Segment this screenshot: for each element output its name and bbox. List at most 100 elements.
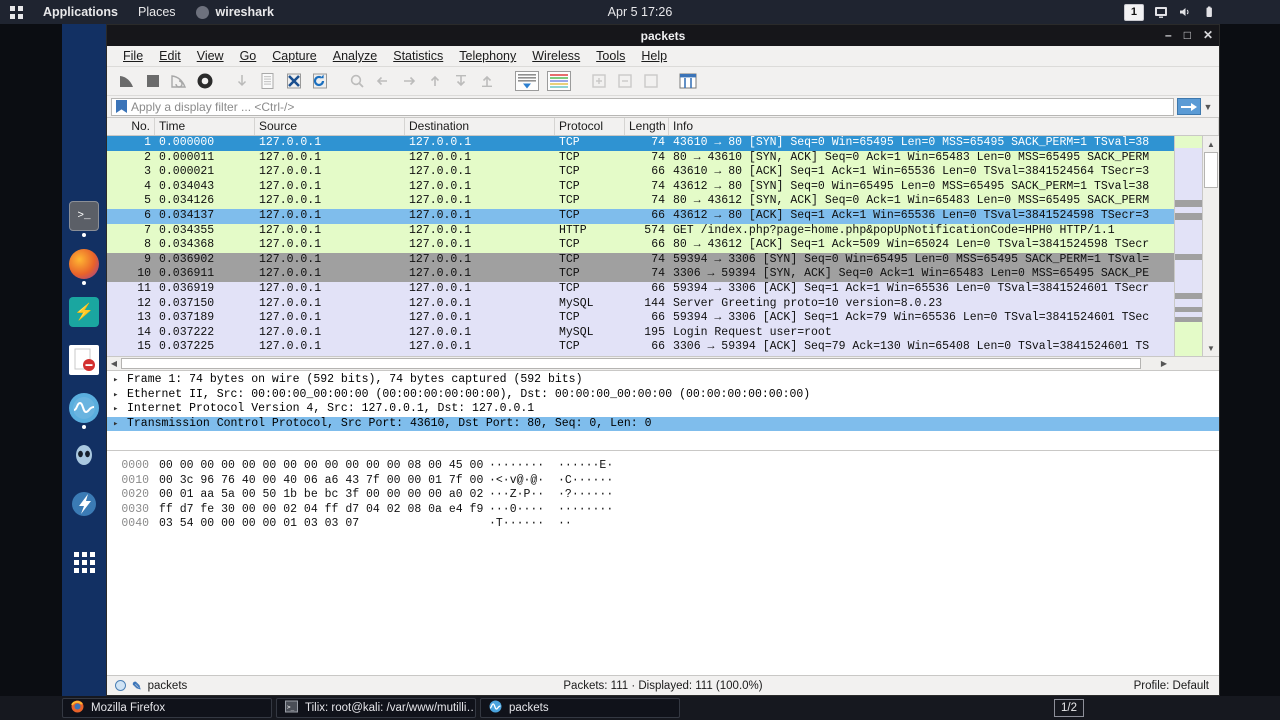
chevron-down-icon[interactable]: ▼: [1201, 102, 1215, 112]
dock-item-document[interactable]: [62, 338, 106, 382]
column-header-info[interactable]: Info: [669, 118, 1219, 135]
filter-input[interactable]: Apply a display filter ... <Ctrl-/>: [131, 100, 294, 114]
resize-columns-icon[interactable]: [676, 69, 700, 93]
packet-minimap[interactable]: [1174, 136, 1202, 356]
packet-row[interactable]: 12 0.037150 127.0.0.1 127.0.0.1 MySQL 144 Serv…: [107, 296, 1174, 312]
dock-item-firefox[interactable]: [62, 242, 106, 286]
menu-view[interactable]: View: [189, 47, 232, 65]
capture-options-icon[interactable]: [193, 69, 217, 93]
expand-arrow-icon[interactable]: ▸: [113, 388, 127, 403]
stop-capture-icon[interactable]: [141, 69, 165, 93]
go-last-packet-icon[interactable]: [475, 69, 499, 93]
panel-applications-menu[interactable]: Applications: [33, 0, 128, 24]
scroll-right-arrow[interactable]: ▶: [1157, 357, 1171, 370]
taskbar-item-wireshark[interactable]: packets: [480, 698, 680, 718]
column-header-destination[interactable]: Destination: [405, 118, 555, 135]
close-button[interactable]: ✕: [1203, 25, 1213, 46]
menu-statistics[interactable]: Statistics: [385, 47, 451, 65]
open-file-icon[interactable]: [256, 69, 280, 93]
vscroll-thumb[interactable]: [1204, 152, 1218, 188]
go-forward-icon[interactable]: [397, 69, 421, 93]
colorize-icon[interactable]: [544, 69, 574, 93]
restart-capture-icon[interactable]: [167, 69, 191, 93]
detail-row[interactable]: ▸ Ethernet II, Src: 00:00:00_00:00:00 (0…: [107, 388, 1219, 403]
dock-item-burpsuite[interactable]: ⚡: [62, 290, 106, 334]
packet-list-vscrollbar[interactable]: ▲ ▼: [1202, 136, 1219, 356]
packet-row[interactable]: 3 0.000021 127.0.0.1 127.0.0.1 TCP 66 43610 → …: [107, 165, 1174, 180]
menu-file[interactable]: File: [115, 47, 151, 65]
detail-row[interactable]: ▸ Frame 1: 74 bytes on wire (592 bits), …: [107, 373, 1219, 388]
activities-grid-button[interactable]: [0, 0, 33, 24]
column-header-time[interactable]: Time: [155, 118, 255, 135]
menu-help[interactable]: Help: [633, 47, 675, 65]
workspace-pager-label[interactable]: 1/2: [1054, 699, 1084, 717]
zoom-in-icon[interactable]: [587, 69, 611, 93]
panel-places-menu[interactable]: Places: [128, 0, 186, 24]
packet-list-hscrollbar[interactable]: ◀ ▶: [107, 356, 1219, 370]
go-to-packet-number-icon[interactable]: [423, 69, 447, 93]
filter-input-wrapper[interactable]: Apply a display filter ... <Ctrl-/>: [111, 97, 1174, 116]
battery-icon[interactable]: [1202, 5, 1216, 19]
autoscroll-icon[interactable]: [512, 69, 542, 93]
packet-details-pane[interactable]: ▸ Frame 1: 74 bytes on wire (592 bits), …: [107, 371, 1219, 451]
hscroll-thumb[interactable]: [121, 358, 1141, 369]
maximize-button[interactable]: □: [1184, 25, 1191, 46]
menu-analyze[interactable]: Analyze: [325, 47, 385, 65]
dock-item-metasploit[interactable]: [62, 482, 106, 526]
save-file-icon[interactable]: [282, 69, 306, 93]
packet-row[interactable]: 13 0.037189 127.0.0.1 127.0.0.1 TCP 66 59394 →…: [107, 311, 1174, 326]
packet-row[interactable]: 1 0.000000 127.0.0.1 127.0.0.1 TCP 74 43610 → …: [107, 136, 1174, 151]
menu-go[interactable]: Go: [232, 47, 265, 65]
menu-telephony[interactable]: Telephony: [451, 47, 524, 65]
dock-show-applications[interactable]: [62, 540, 106, 584]
panel-active-app[interactable]: wireshark: [186, 0, 284, 24]
find-packet-icon[interactable]: [345, 69, 369, 93]
packet-row[interactable]: 7 0.034355 127.0.0.1 127.0.0.1 HTTP 574 GET /i…: [107, 223, 1174, 239]
detail-row-selected[interactable]: ▸ Transmission Control Protocol, Src Por…: [107, 416, 1219, 432]
column-header-source[interactable]: Source: [255, 118, 405, 135]
menu-wireless[interactable]: Wireless: [524, 47, 588, 65]
expand-arrow-icon[interactable]: ▸: [113, 373, 127, 388]
packet-row[interactable]: 5 0.034126 127.0.0.1 127.0.0.1 TCP 74 80 → 436…: [107, 194, 1174, 209]
go-first-packet-icon[interactable]: [449, 69, 473, 93]
zoom-reset-icon[interactable]: [639, 69, 663, 93]
go-to-packet-icon[interactable]: [230, 69, 254, 93]
packet-row[interactable]: 8 0.034368 127.0.0.1 127.0.0.1 TCP 66 80 → 436…: [107, 238, 1174, 253]
packet-row[interactable]: 11 0.036919 127.0.0.1 127.0.0.1 TCP 66 59394 →…: [107, 281, 1174, 297]
zoom-out-icon[interactable]: [613, 69, 637, 93]
reload-file-icon[interactable]: [308, 69, 332, 93]
display-icon[interactable]: [1154, 5, 1168, 19]
packet-row[interactable]: 4 0.034043 127.0.0.1 127.0.0.1 TCP 74 43612 → …: [107, 179, 1174, 195]
window-titlebar[interactable]: packets – □ ✕: [107, 25, 1219, 46]
packet-bytes-pane[interactable]: 0000 00 00 00 00 00 00 00 00 00 00 00 00…: [107, 451, 1219, 675]
expand-arrow-icon[interactable]: ▸: [113, 417, 127, 432]
scroll-left-arrow[interactable]: ◀: [107, 357, 121, 370]
packet-row[interactable]: 15 0.037225 127.0.0.1 127.0.0.1 TCP 66 3306 → …: [107, 340, 1174, 355]
statusbar-profile[interactable]: Profile: Default: [1134, 680, 1209, 692]
go-back-icon[interactable]: [371, 69, 395, 93]
menu-capture[interactable]: Capture: [264, 47, 324, 65]
expand-arrow-icon[interactable]: ▸: [113, 402, 127, 417]
packet-row[interactable]: 9 0.036902 127.0.0.1 127.0.0.1 TCP 74 59394 → …: [107, 252, 1174, 268]
packet-row[interactable]: 2 0.000011 127.0.0.1 127.0.0.1 TCP 74 80 → 436…: [107, 150, 1174, 166]
column-header-length[interactable]: Length: [625, 118, 669, 135]
workspace-indicator[interactable]: 1: [1123, 3, 1144, 21]
dock-item-alien[interactable]: [62, 434, 106, 478]
packet-row[interactable]: 14 0.037222 127.0.0.1 127.0.0.1 MySQL 195 Logi…: [107, 325, 1174, 341]
menu-edit[interactable]: Edit: [151, 47, 189, 65]
volume-icon[interactable]: [1178, 5, 1192, 19]
detail-row[interactable]: ▸ Internet Protocol Version 4, Src: 127.…: [107, 402, 1219, 417]
apply-filter-button[interactable]: [1177, 98, 1201, 115]
packet-list-rows[interactable]: 1 0.000000 127.0.0.1 127.0.0.1 TCP 74 43610 → …: [107, 136, 1219, 356]
packet-row[interactable]: 6 0.034137 127.0.0.1 127.0.0.1 TCP 66 43612 → …: [107, 208, 1174, 224]
packet-row[interactable]: 10 0.036911 127.0.0.1 127.0.0.1 TCP 74 3306 → …: [107, 267, 1174, 282]
taskbar-pager[interactable]: 1/2: [1054, 696, 1084, 720]
taskbar-item-tilix[interactable]: >_ Tilix: root@kali: /var/www/mutilli…: [276, 698, 476, 718]
scroll-down-arrow[interactable]: ▼: [1204, 341, 1218, 355]
column-header-protocol[interactable]: Protocol: [555, 118, 625, 135]
menu-tools[interactable]: Tools: [588, 47, 633, 65]
bookmark-icon[interactable]: [116, 100, 127, 113]
start-capture-icon[interactable]: [115, 69, 139, 93]
dock-item-terminal[interactable]: >_: [62, 194, 106, 238]
minimize-button[interactable]: –: [1165, 25, 1172, 46]
